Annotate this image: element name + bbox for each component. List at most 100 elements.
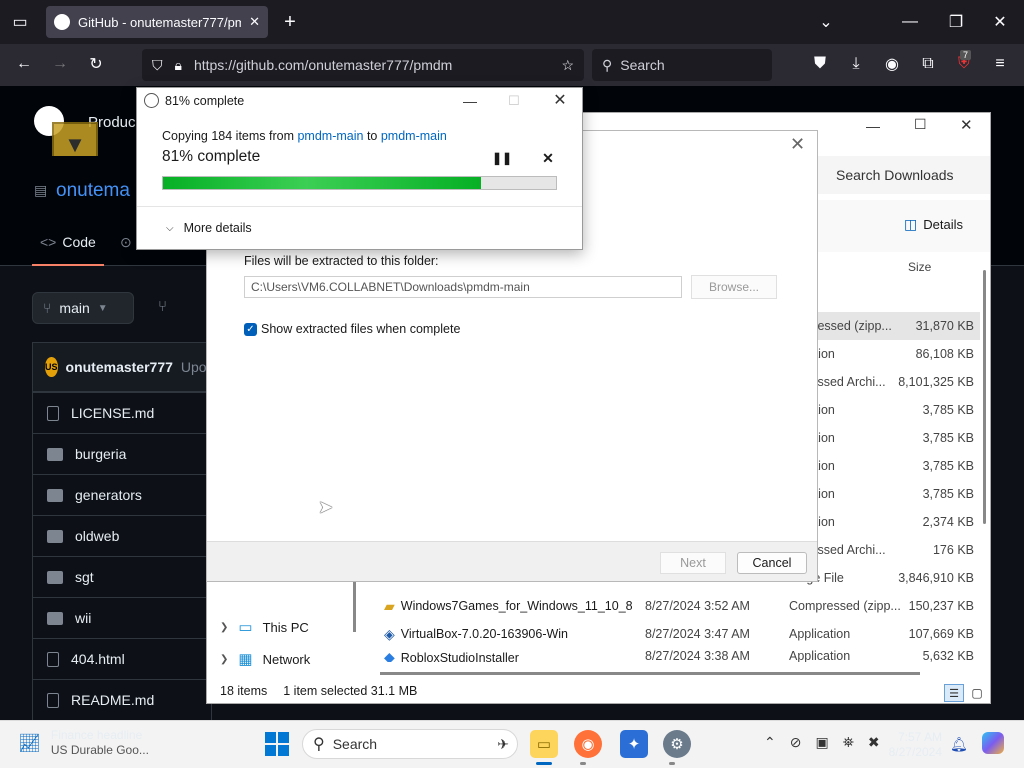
more-details-toggle[interactable]: ⌵ More details [166,221,252,235]
list-item[interactable]: README.md [33,679,211,720]
tray-chevron-up-icon[interactable]: ⌃ [764,734,776,751]
table-row[interactable]: ◆ RobloxStudioInstaller 8/27/2024 3:38 AM… [380,648,980,662]
details-view-icon[interactable]: ☰ [944,684,964,702]
progress-close-icon[interactable]: ✕ [549,90,571,110]
more-details-label: More details [183,221,252,235]
table-row[interactable]: ▰ Windows7Games_for_Windows_11_10_8 8/27/… [380,592,980,620]
news-widget[interactable]: 📈︎ Finance headline US Durable Goo... [18,728,149,758]
account-icon[interactable]: ◉ [882,54,902,74]
wizard-close-icon[interactable]: ✕ [790,134,814,156]
source-folder-link[interactable]: pmdm-main [297,129,363,143]
file-name[interactable]: burgeria [75,446,126,462]
explorer-close-icon[interactable]: ✕ [960,116,973,134]
file-name[interactable]: wii [75,610,91,626]
tiles-view-icon[interactable]: ▢ [968,684,986,702]
explorer-maximize-icon[interactable]: ☐ [914,116,927,133]
table-row[interactable]: ◈ VirtualBox-7.0.20-163906-Win 8/27/2024 … [380,620,980,648]
firefox-taskbar-icon[interactable]: ◉ [574,730,602,758]
details-pane-button[interactable]: ◫ Details [904,216,963,233]
list-item[interactable]: wii [33,597,211,638]
back-icon[interactable]: ← [14,54,34,74]
volume-mute-icon[interactable]: ✖ [868,734,880,751]
list-item[interactable]: oldweb [33,515,211,556]
file-name[interactable]: sgt [75,569,94,585]
downloads-icon[interactable]: ⤓ [846,54,866,74]
minimize-icon[interactable]: — [900,12,920,32]
dest-folder-link[interactable]: pmdm-main [381,129,447,143]
list-item[interactable]: LICENSE.md [33,392,211,433]
browser-search-box[interactable]: ⚲ Search [592,49,772,81]
file-name[interactable]: README.md [71,692,154,708]
tab-code[interactable]: <> Code [40,234,96,250]
settings-taskbar-icon[interactable]: ⚙ [663,730,691,758]
next-button[interactable]: Next [660,552,726,574]
browse-button[interactable]: Browse... [691,275,777,299]
start-button-icon[interactable] [265,732,289,756]
folder-icon [47,488,63,502]
bookmark-star-icon[interactable]: ☆ [561,57,574,74]
extract-path-field[interactable] [244,276,682,298]
display-icon[interactable]: ▣ [815,734,828,751]
stop-button[interactable]: ✕ [538,148,558,168]
show-files-label[interactable]: Show extracted files when complete [261,322,460,336]
branches-icon[interactable]: ⑂ [158,298,167,315]
commit-message[interactable]: Upo [181,359,207,375]
column-header-size[interactable]: Size [908,260,931,274]
accessibility-icon[interactable]: ⛯ [843,734,854,751]
restore-icon[interactable]: ❐ [946,12,966,32]
cancel-button[interactable]: Cancel [737,552,807,574]
taskbar-clock[interactable]: 7:57 AM 8/27/2024 [880,730,942,760]
chevron-right-icon[interactable]: ❯ [220,654,228,665]
taskbar-search-box[interactable]: ⚲ Search ✈ [302,729,518,759]
commit-author[interactable]: onutemaster777 [66,359,173,375]
url-text[interactable]: https://github.com/onutemaster777/pmdm [194,57,549,73]
shield-icon[interactable]: ⛉ [152,57,163,74]
new-tab-icon[interactable]: + [280,11,300,33]
list-hscrollbar[interactable] [380,672,920,675]
file-name[interactable]: 404.html [71,651,125,667]
pocket-icon[interactable]: ⛊ [810,54,830,74]
repo-owner-link[interactable]: onutema [56,180,130,202]
list-item[interactable]: sgt [33,556,211,597]
chevron-right-icon[interactable]: ❯ [220,622,228,633]
list-scrollbar[interactable] [983,270,986,524]
explorer-minimize-icon[interactable]: — [866,118,880,134]
pause-button[interactable]: ❚❚ [492,148,512,168]
tab-close-icon[interactable]: ✕ [249,14,260,30]
tab-active-underline [32,264,104,266]
lock-icon[interactable]: 🔒︎ [175,57,182,74]
file-name[interactable]: generators [75,487,142,503]
avatar[interactable]: US [45,357,58,377]
window-close-icon[interactable]: ✕ [990,12,1010,32]
list-item[interactable]: generators [33,474,211,515]
extensions-icon[interactable]: ⧉ [918,54,938,74]
checkbox-checked-icon[interactable]: ✓ [244,322,257,336]
issues-icon[interactable]: ⊙ [120,234,132,251]
progress-minimize-icon[interactable]: — [460,92,480,110]
list-item[interactable]: burgeria [33,433,211,474]
nav-scrollbar[interactable] [353,580,356,632]
file-explorer-taskbar-icon[interactable]: ▭ [530,730,558,758]
file-name[interactable]: LICENSE.md [71,405,154,421]
copilot-icon[interactable] [982,732,1004,754]
notification-bell-icon[interactable]: 🔔︎ [950,736,968,753]
browser-tab[interactable]: GitHub - onutemaster777/pmd ✕ [46,6,268,38]
list-item[interactable]: 404.html [33,638,211,679]
vs-taskbar-icon[interactable]: ✦ [620,730,648,758]
chevron-down-icon[interactable]: ⌄ [816,12,836,32]
file-icon [47,692,59,708]
forward-icon[interactable]: → [50,54,70,74]
file-name[interactable]: oldweb [75,528,119,544]
branch-select-button[interactable]: ⑂ main ▼ [32,292,134,324]
menu-icon[interactable]: ≡ [990,54,1010,74]
nav-network[interactable]: ❯ ▦ Network [220,650,310,668]
nav-this-pc[interactable]: ❯ ▭ This PC [220,618,309,636]
tab-list-icon[interactable]: ▭ [10,12,30,32]
show-files-checkbox-row[interactable]: ✓ Show extracted files when complete [244,322,460,336]
network-disconnected-icon[interactable]: ⊘ [790,734,802,751]
explorer-search-input[interactable]: Search Downloads [820,160,990,190]
copying-prefix: Copying 184 items from [162,129,298,143]
reload-icon[interactable]: ↻ [86,54,106,74]
url-bar[interactable]: ⛉ 🔒︎ https://github.com/onutemaster777/p… [142,49,584,81]
browser-search-placeholder: Search [620,57,665,73]
